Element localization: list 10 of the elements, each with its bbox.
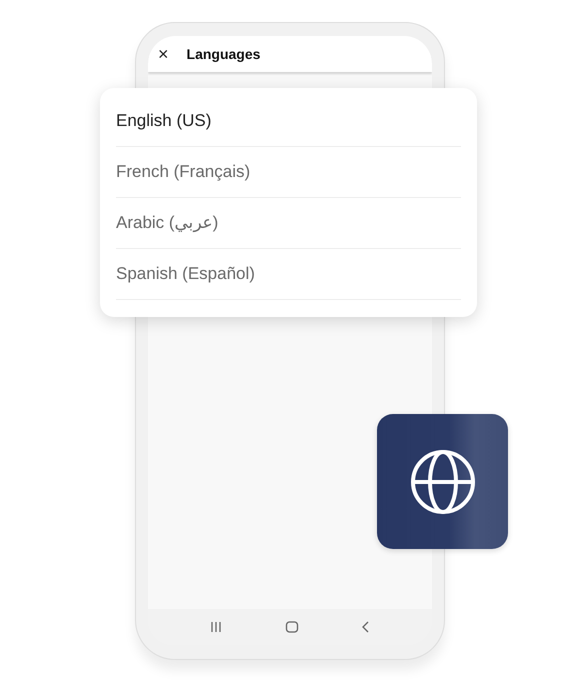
globe-icon	[410, 448, 476, 514]
home-icon[interactable]	[285, 621, 299, 633]
language-option[interactable]: French (Français)	[116, 147, 461, 198]
back-icon[interactable]	[361, 621, 371, 633]
language-option[interactable]: Arabic (عربي)	[116, 198, 461, 249]
screen-title: Languages	[186, 46, 260, 62]
close-button[interactable]: ×	[158, 45, 169, 63]
language-option[interactable]: English (US)	[116, 96, 461, 147]
language-option[interactable]: Spanish (Español)	[116, 249, 461, 300]
recent-apps-icon[interactable]	[209, 621, 223, 633]
